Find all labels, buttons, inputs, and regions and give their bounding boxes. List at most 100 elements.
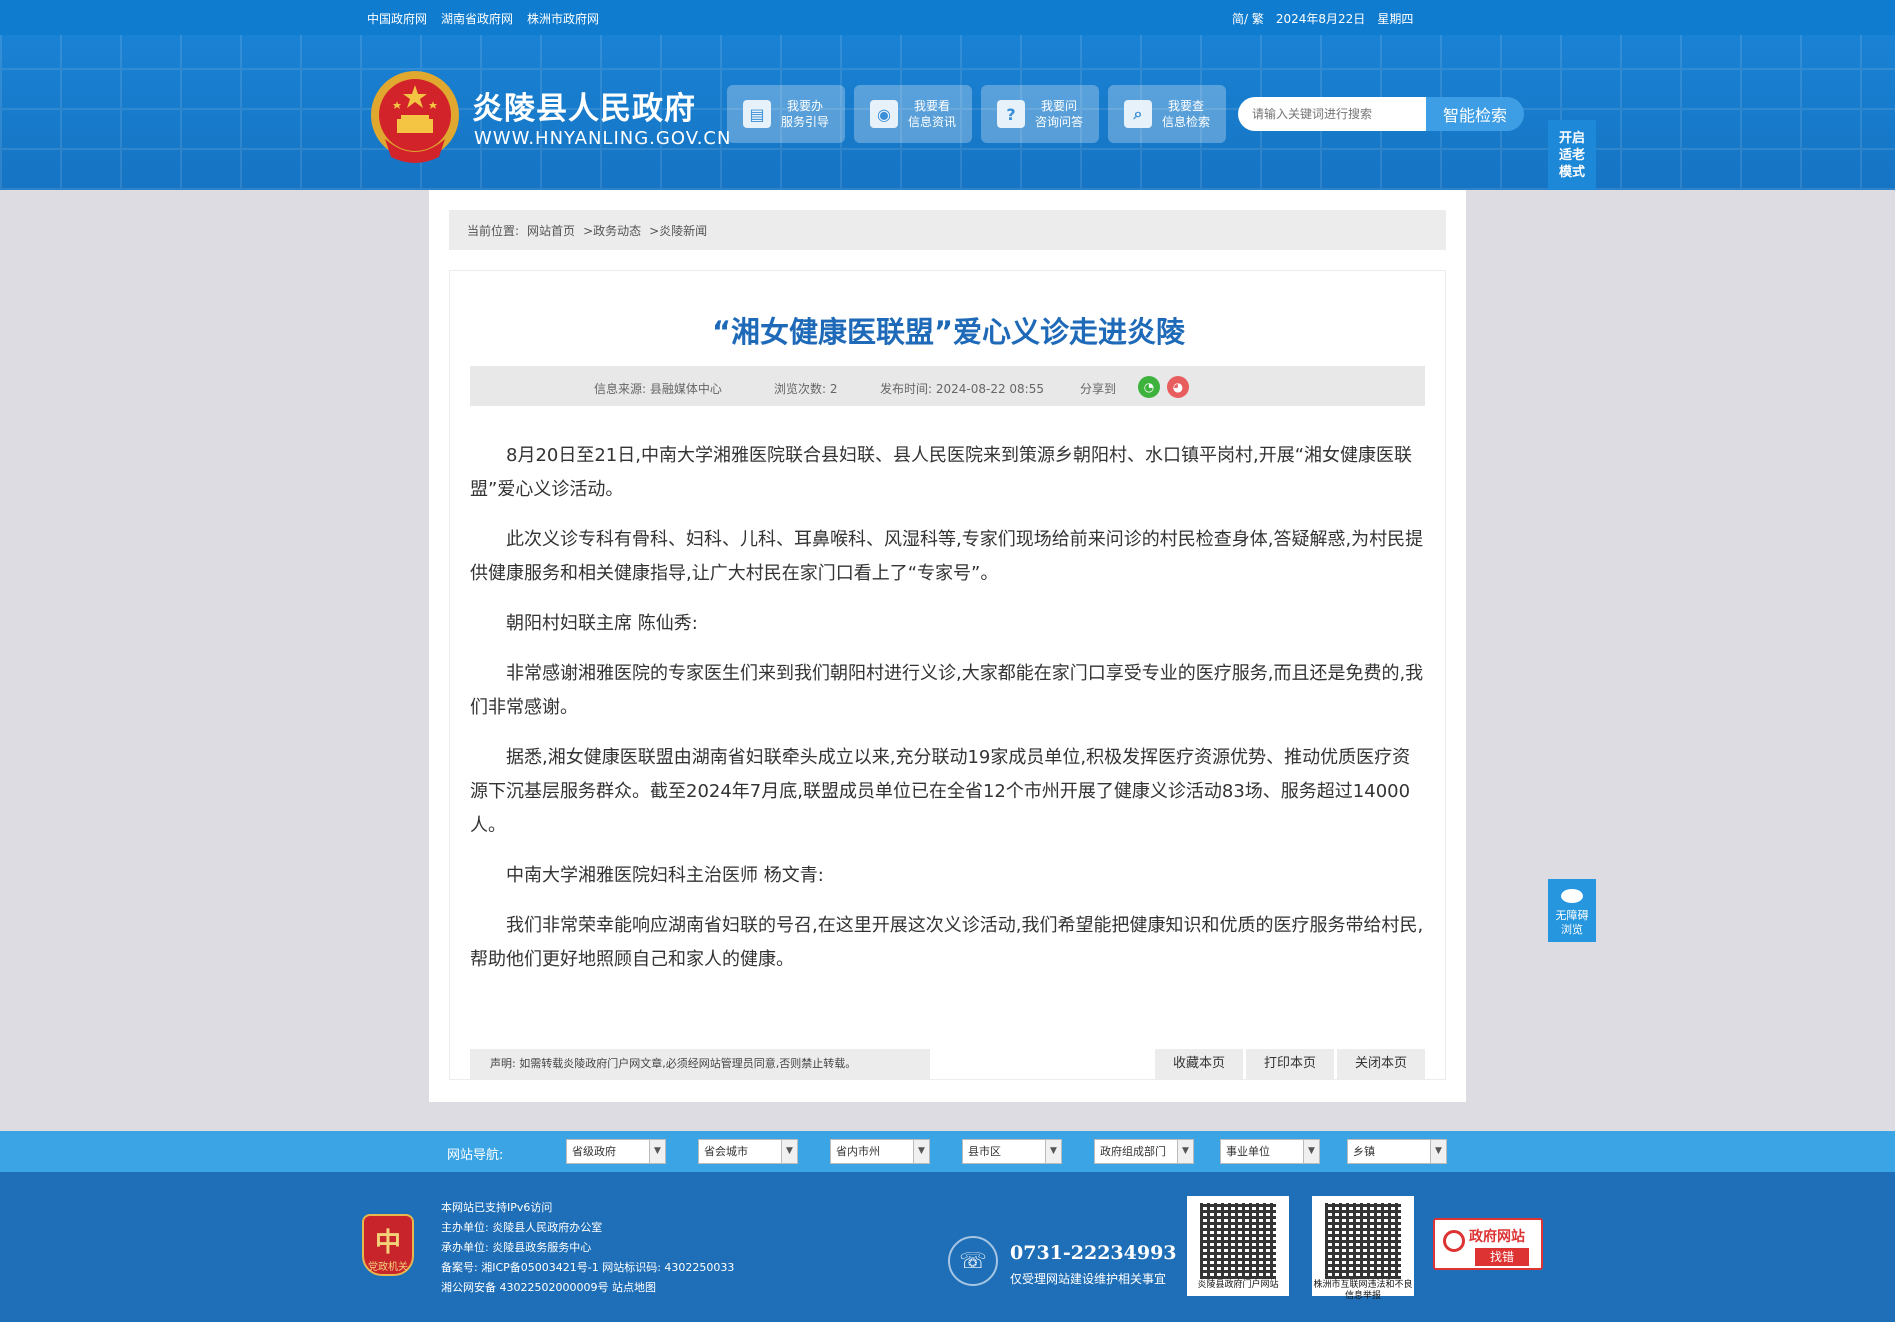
nav-line1: 我要办 — [787, 99, 824, 113]
magnifier-icon — [1443, 1230, 1465, 1252]
elder-mode-line: 开启 — [1558, 131, 1585, 146]
elder-mode-button[interactable]: 开启 适老 模式 — [1548, 120, 1596, 190]
select-counties[interactable]: 县市区 ▼ — [962, 1139, 1062, 1164]
article: “湘女健康医联盟”爱心义诊走进炎陵 信息来源: 县融媒体中心 浏览次数: 2 发… — [449, 270, 1446, 1080]
nav-line1: 我要看 — [914, 99, 951, 113]
close-page-button[interactable]: 关闭本页 — [1337, 1049, 1425, 1079]
select-towns[interactable]: 乡镇 ▼ — [1347, 1139, 1447, 1164]
select-value: 事业单位 — [1226, 1145, 1270, 1158]
chevron-down-icon: ▼ — [1045, 1140, 1061, 1163]
phone-icon: ☏ — [948, 1236, 998, 1286]
accessibility-line: 浏览 — [1561, 923, 1583, 936]
breadcrumb-home[interactable]: 网站首页 — [527, 222, 575, 239]
lang-switch[interactable]: 简/ 繁 — [1232, 10, 1264, 27]
party-gov-badge[interactable]: 中 党政机关 — [362, 1214, 414, 1276]
phone-note: 仅受理网站建设维护相关事宜 — [1010, 1272, 1167, 1286]
document-icon: ▤ — [743, 100, 771, 128]
qr-code-icon — [1325, 1203, 1401, 1279]
qr-caption: 株洲市互联网违法和不良信息举报 — [1313, 1280, 1413, 1301]
top-right: 简/ 繁 2024年8月22日 星期四 — [1232, 10, 1413, 27]
nav-line2: 信息检索 — [1162, 115, 1211, 129]
top-bar: 中国政府网 湖南省政府网 株洲市政府网 简/ 繁 2024年8月22日 星期四 — [0, 0, 1895, 35]
select-value: 省内市州 — [836, 1145, 880, 1158]
article-footer: 声明: 如需转载炎陵政府门户网文章,必须经网站管理员同意,否则禁止转载。 收藏本… — [470, 1049, 1425, 1079]
article-paragraph: 我们非常荣幸能响应湖南省妇联的号召,在这里开展这次义诊活动,我们希望能把健康知识… — [470, 915, 1424, 970]
breadcrumb-label: 当前位置: — [467, 223, 520, 238]
accessibility-line: 无障碍 — [1555, 909, 1589, 922]
elder-mode-line: 模式 — [1558, 165, 1585, 180]
copyright-notice: 声明: 如需转载炎陵政府门户网文章,必须经网站管理员同意,否则禁止转载。 — [470, 1049, 930, 1079]
select-capital-cities[interactable]: 省会城市 ▼ — [698, 1139, 798, 1164]
breadcrumb-gov-news[interactable]: >政务动态 — [583, 222, 641, 239]
accessibility-button[interactable]: 无障碍 浏览 — [1548, 879, 1596, 942]
nav-service-guide[interactable]: ▤ 我要办服务引导 — [727, 85, 845, 143]
chevron-down-icon: ▼ — [1430, 1140, 1446, 1163]
article-paragraph: 中南大学湘雅医院妇科主治医师 杨文青: — [506, 865, 824, 886]
err-sub: 找错 — [1475, 1248, 1529, 1266]
article-paragraph: 此次义诊专科有骨科、妇科、儿科、耳鼻喉科、风湿科等,专家们现场给前来问诊的村民检… — [470, 529, 1424, 584]
err-title: 政府网站 — [1469, 1229, 1525, 1245]
site-title: 炎陵县人民政府 — [472, 91, 696, 127]
qr-code-icon — [1200, 1203, 1276, 1279]
link-zhuzhou-gov[interactable]: 株洲市政府网 — [527, 10, 599, 27]
select-value: 政府组成部门 — [1100, 1145, 1166, 1158]
search-input[interactable] — [1238, 97, 1426, 131]
article-paragraph: 8月20日至21日,中南大学湘雅医院联合县妇联、县人民医院来到策源乡朝阳村、水口… — [470, 445, 1413, 500]
contact-phone: 0731-22234993 — [1010, 1242, 1177, 1264]
site-url: WWW.HNYANLING.GOV.CN — [474, 128, 732, 149]
article-body: 8月20日至21日,中南大学湘雅医院联合县妇联、县人民医院来到策源乡朝阳村、水口… — [470, 439, 1425, 993]
select-value: 乡镇 — [1353, 1145, 1375, 1158]
chevron-down-icon: ▼ — [1303, 1140, 1319, 1163]
eye-icon — [1561, 889, 1583, 903]
breadcrumb-yanling-news[interactable]: >炎陵新闻 — [649, 222, 707, 239]
nav-line2: 咨询问答 — [1035, 115, 1084, 129]
elder-mode-line: 适老 — [1558, 148, 1585, 163]
nav-search-info[interactable]: ⌕ 我要查 信息检索 — [1108, 85, 1226, 143]
main-content: 当前位置: 网站首页 >政务动态 >炎陵新闻 “湘女健康医联盟”爱心义诊走进炎陵… — [429, 190, 1466, 1102]
party-gov-icon: 中 — [374, 1228, 401, 1258]
qr-code-portal: 炎陵县政府门户网站 — [1187, 1196, 1289, 1296]
article-published: 发布时间: 2024-08-22 08:55 — [880, 382, 1044, 396]
weekday-text: 星期四 — [1377, 12, 1414, 26]
national-emblem-icon — [371, 71, 459, 163]
bookmark-button[interactable]: 收藏本页 — [1155, 1049, 1243, 1079]
select-value: 省会城市 — [704, 1145, 748, 1158]
nav-line2: 服务引导 — [781, 115, 830, 129]
footer-line: 承办单位: 炎陵县政务服务中心 — [441, 1241, 592, 1254]
select-gov-departments[interactable]: 政府组成部门 ▼ — [1094, 1139, 1194, 1164]
party-badge-label: 党政机关 — [368, 1262, 408, 1273]
chevron-down-icon: ▼ — [913, 1140, 929, 1163]
weibo-share-icon[interactable]: ◕ — [1167, 376, 1189, 398]
chevron-down-icon: ▼ — [781, 1140, 797, 1163]
search-button[interactable]: 智能检索 — [1426, 97, 1524, 131]
article-title: “湘女健康医联盟”爱心义诊走进炎陵 — [711, 315, 1186, 349]
article-paragraph: 据悉,湘女健康医联盟由湖南省妇联牵头成立以来,充分联动19家成员单位,积极发挥医… — [470, 747, 1411, 836]
chevron-down-icon: ▼ — [649, 1140, 665, 1163]
footer-info: 本网站已支持IPv6访问 主办单位: 炎陵县人民政府办公室 承办单位: 炎陵县政… — [441, 1198, 734, 1298]
link-gov-cn[interactable]: 中国政府网 — [367, 10, 427, 27]
article-paragraph: 非常感谢湘雅医院的专家医生们来到我们朝阳村进行义诊,大家都能在家门口享受专业的医… — [470, 663, 1424, 718]
article-source: 信息来源: 县融媒体中心 — [594, 382, 722, 396]
select-province-cities[interactable]: 省内市州 ▼ — [830, 1139, 930, 1164]
select-provincial-gov[interactable]: 省级政府 ▼ — [566, 1139, 666, 1164]
breadcrumb: 当前位置: 网站首页 >政务动态 >炎陵新闻 — [449, 210, 1446, 250]
link-hunan-gov[interactable]: 湖南省政府网 — [441, 10, 513, 27]
select-public-institutions[interactable]: 事业单位 ▼ — [1220, 1139, 1320, 1164]
site-nav-label: 网站导航: — [447, 1148, 504, 1163]
nav-line1: 我要查 — [1168, 99, 1205, 113]
question-icon: ? — [997, 100, 1025, 128]
qr-caption: 炎陵县政府门户网站 — [1197, 1280, 1279, 1290]
select-value: 县市区 — [968, 1145, 1001, 1158]
gov-site-error-report-button[interactable]: 政府网站 找错 — [1433, 1218, 1543, 1270]
wechat-share-icon[interactable]: ◔ — [1138, 376, 1160, 398]
print-button[interactable]: 打印本页 — [1246, 1049, 1334, 1079]
nav-info[interactable]: ◉ 我要看信息资讯 — [854, 85, 972, 143]
footer-line: 本网站已支持IPv6访问 — [441, 1201, 553, 1214]
footer-line: 主办单位: 炎陵县人民政府办公室 — [441, 1221, 603, 1234]
nav-line1: 我要问 — [1041, 99, 1078, 113]
select-value: 省级政府 — [572, 1145, 616, 1158]
nav-line2: 信息资讯 — [908, 115, 957, 129]
eye-icon: ◉ — [870, 100, 898, 128]
nav-consult[interactable]: ? 我要问咨询问答 — [981, 85, 1099, 143]
date-text: 2024年8月22日 — [1275, 12, 1366, 26]
